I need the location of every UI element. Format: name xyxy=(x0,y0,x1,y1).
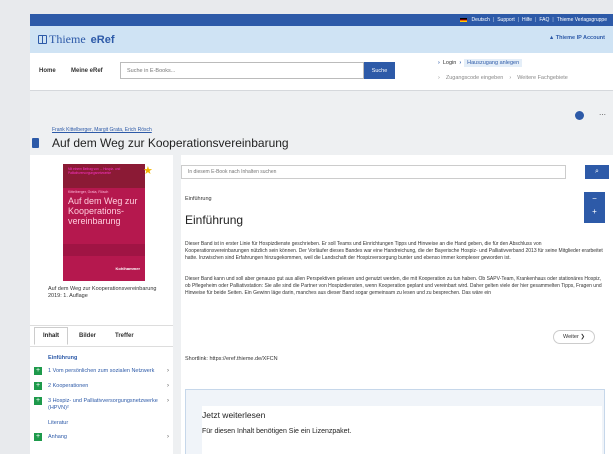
brand-name: Thieme xyxy=(49,32,86,46)
toc-item-label: 3 Hospiz- und Palliativversorgungsnetzwe… xyxy=(48,398,158,411)
search-button[interactable]: Suche xyxy=(364,62,395,79)
cover-stripe xyxy=(63,244,145,256)
expand-icon[interactable]: + xyxy=(34,433,42,441)
arrow-icon: › xyxy=(459,60,462,66)
arrow-icon: › xyxy=(438,60,440,66)
german-flag-icon xyxy=(459,18,467,22)
hauszugang-link[interactable]: Hauszugang anlegen xyxy=(464,59,523,67)
header: Thieme eRef ▲ Thieme IP Account xyxy=(30,26,613,53)
toc-item[interactable]: + 3 Hospiz- und Palliativversorgungsnetz… xyxy=(34,397,169,412)
cover-top-text: Mit einem Beitrag von ... Hospiz- und Pa… xyxy=(63,164,145,188)
book-cover[interactable]: Mit einem Beitrag von ... Hospiz- und Pa… xyxy=(63,164,145,281)
sidebar-tabs: Inhalt Bilder Treffer xyxy=(30,325,173,347)
toc-literatur[interactable]: Literatur xyxy=(48,420,169,426)
thieme-logo[interactable]: Thieme eRef xyxy=(38,32,115,47)
toc-item-label: 2 Kooperationen xyxy=(48,383,89,389)
book-icon xyxy=(38,35,47,44)
toc-item-label: 1 Vom persönlichen zum sozialen Netzwerk xyxy=(48,368,155,374)
paywall-text: Für diesen Inhalt benötigen Sie ein Lize… xyxy=(202,428,352,435)
breadcrumb[interactable]: Einführung xyxy=(185,196,212,202)
login-row: › Login › Hauszugang anlegen xyxy=(438,59,523,67)
shortlink[interactable]: Shortlink: https://eref.thieme.de/XFCN xyxy=(185,356,278,362)
toc-current[interactable]: Einführung xyxy=(48,355,169,361)
authors[interactable]: Frank Kittelberger, Margit Grata, Erich … xyxy=(52,127,152,133)
chevron-right-icon: › xyxy=(167,368,169,374)
login-link[interactable]: Login xyxy=(443,60,456,66)
page-title: Auf dem Weg zur Kooperationsvereinbarung xyxy=(52,136,289,150)
chevron-right-icon: › xyxy=(167,398,169,404)
account-link[interactable]: ▲ Thieme IP Account xyxy=(549,35,605,41)
minus-icon[interactable]: − xyxy=(584,192,605,205)
ebook-search-input[interactable] xyxy=(120,62,364,79)
toc-item-label: Anhang xyxy=(48,434,67,440)
help-link[interactable]: Hilfe xyxy=(522,17,532,23)
in-book-search-input[interactable] xyxy=(181,165,566,179)
arrow-icon: › xyxy=(509,75,512,81)
toc-item[interactable]: + 2 Kooperationen › xyxy=(34,382,169,390)
tab-inhalt[interactable]: Inhalt xyxy=(34,327,68,345)
code-row: › Zugangscode eingeben › Weitere Fachgeb… xyxy=(438,75,568,81)
expand-icon[interactable]: + xyxy=(34,397,42,405)
cover-publisher: Kohlhammer xyxy=(115,266,140,271)
utility-bar: Deutsch | Support | Hilfe | FAQ | Thieme… xyxy=(30,14,613,26)
paragraph: Dieser Band ist in erster Linie für Hosp… xyxy=(185,241,603,261)
support-link[interactable]: Support xyxy=(497,17,515,23)
table-of-contents: Einführung + 1 Vom persönlichen zum sozi… xyxy=(34,355,169,449)
tab-treffer[interactable]: Treffer xyxy=(107,328,142,344)
cover-authors: Kittelberger, Grata, Rösch xyxy=(68,190,109,194)
chapter-title: Einführung xyxy=(185,213,244,227)
paragraph: Dieser Band kann und soll aber genauso g… xyxy=(185,276,602,296)
cover-caption: Auf dem Weg zur Kooperationsvereinbarung… xyxy=(48,286,157,299)
faq-link[interactable]: FAQ xyxy=(539,17,549,23)
arrow-icon: › xyxy=(438,75,440,81)
zoom-controls: − + xyxy=(584,192,605,223)
plus-icon[interactable]: + xyxy=(584,205,605,218)
weiter-button[interactable]: Weiter ❯ xyxy=(553,330,595,344)
expand-icon[interactable]: + xyxy=(34,382,42,390)
left-panel: Mit einem Beitrag von ... Hospiz- und Pa… xyxy=(30,155,173,454)
nav-row: Home Meine eRef Suche › Login › Hauszuga… xyxy=(30,53,613,91)
nav-home[interactable]: Home xyxy=(39,68,56,74)
fachgebiete-link[interactable]: Weitere Fachgebiete xyxy=(517,75,568,81)
chevron-right-icon: › xyxy=(167,434,169,440)
favorite-star-icon[interactable]: ★ xyxy=(143,164,153,177)
page: Deutsch | Support | Hilfe | FAQ | Thieme… xyxy=(30,14,613,454)
chevron-right-icon: › xyxy=(167,383,169,389)
paywall-heading: Jetzt weiterlesen xyxy=(202,410,266,420)
zugangscode-link[interactable]: Zugangscode eingeben xyxy=(446,75,504,81)
share-icon[interactable] xyxy=(575,111,584,120)
group-link[interactable]: Thieme Verlagsgruppe xyxy=(557,17,607,23)
text-fade xyxy=(181,295,613,323)
toc-item[interactable]: + Anhang › xyxy=(34,433,169,441)
language-link[interactable]: Deutsch xyxy=(472,17,490,23)
main-content: ⌕ Einführung Einführung − + Dieser Band … xyxy=(181,155,613,454)
more-icon[interactable]: ⋯ xyxy=(598,111,607,120)
nav-meine-eref[interactable]: Meine eRef xyxy=(71,68,103,74)
search-icon[interactable]: ⌕ xyxy=(585,165,609,179)
cover-title: Auf dem Weg zur Kooperations-vereinbarun… xyxy=(68,196,138,226)
toc-item[interactable]: + 1 Vom persönlichen zum sozialen Netzwe… xyxy=(34,367,169,375)
product-name: eRef xyxy=(90,33,115,46)
paywall-box: Jetzt weiterlesen Für diesen Inhalt benö… xyxy=(185,389,605,454)
tab-bilder[interactable]: Bilder xyxy=(71,328,104,344)
expand-icon[interactable]: + xyxy=(34,367,42,375)
book-icon xyxy=(32,138,39,148)
